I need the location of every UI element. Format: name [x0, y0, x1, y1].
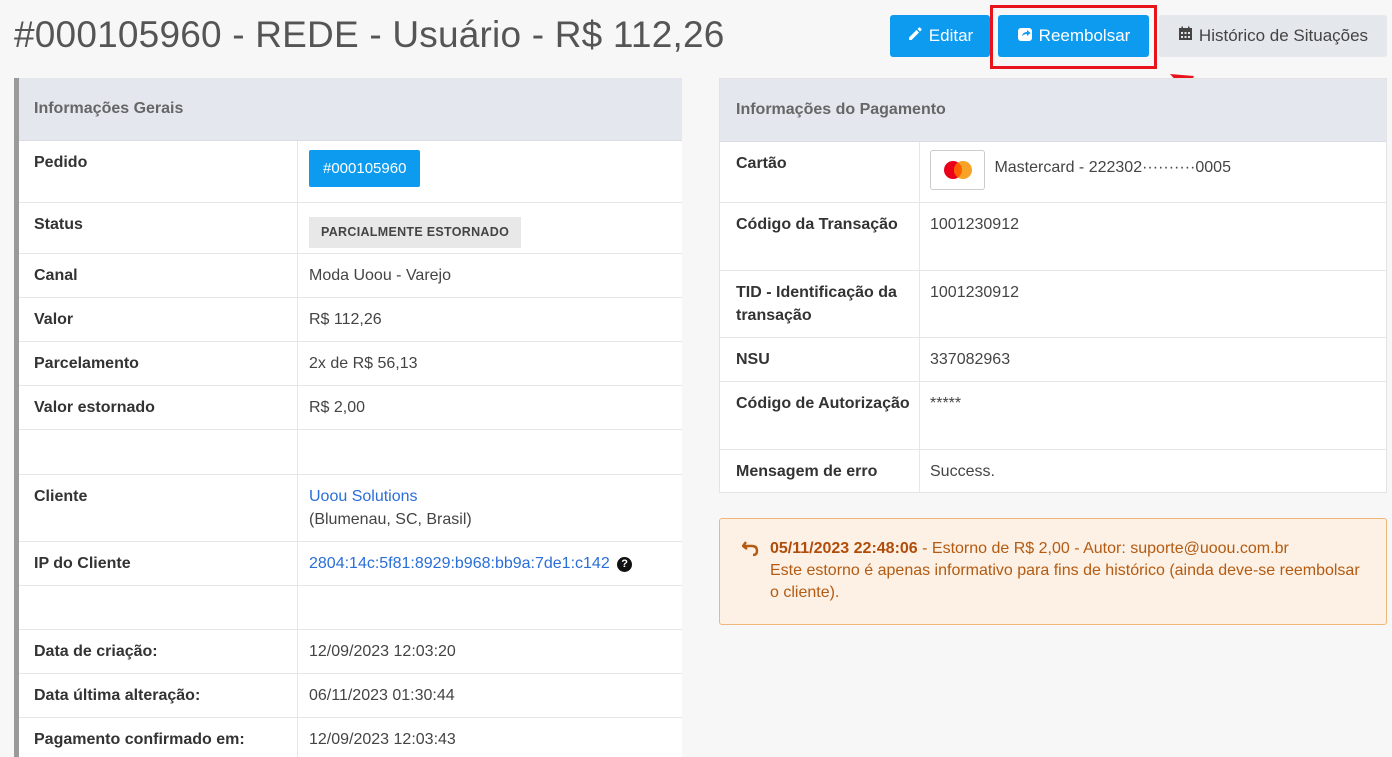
calendar-icon	[1178, 26, 1193, 46]
payment-info-title: Informações do Pagamento	[720, 79, 1386, 142]
row-pedido: Pedido #000105960	[19, 141, 682, 203]
general-info-card: Informações Gerais Pedido #000105960 Sta…	[14, 78, 682, 757]
criacao-value: 12/09/2023 12:03:20	[309, 643, 456, 660]
row-alteracao: Data última alteração: 06/11/2023 01:30:…	[19, 674, 682, 718]
tid-label: TID - Identificação da transação	[720, 271, 920, 337]
criacao-label: Data de criação:	[19, 630, 298, 673]
parcelamento-value: 2x de R$ 56,13	[309, 355, 418, 372]
pedido-label: Pedido	[19, 141, 298, 202]
mastercard-icon	[930, 150, 985, 190]
canal-label: Canal	[19, 254, 298, 297]
parcelamento-label: Parcelamento	[19, 342, 298, 385]
general-info-title: Informações Gerais	[19, 78, 682, 141]
undo-icon	[741, 539, 760, 562]
question-icon[interactable]: ?	[617, 557, 633, 572]
history-button[interactable]: Histórico de Situações	[1159, 15, 1387, 57]
row-valor: Valor R$ 112,26	[19, 298, 682, 342]
spacer-cell	[298, 586, 682, 629]
row-parcelamento: Parcelamento 2x de R$ 56,13	[19, 342, 682, 386]
autorizacao-label: Código de Autorização	[720, 382, 920, 449]
spacer-cell	[19, 430, 298, 474]
row-cartao: Cartão Mastercard - 222302··········0005	[720, 142, 1386, 203]
codigo-label: Código da Transação	[720, 203, 920, 270]
autorizacao-value: *****	[930, 395, 962, 412]
valor-label: Valor	[19, 298, 298, 341]
row-erro: Mensagem de erro Success.	[720, 450, 1386, 493]
page-title: #000105960 - REDE - Usuário - R$ 112,26	[14, 14, 725, 55]
cliente-label: Cliente	[19, 475, 298, 541]
cliente-location: (Blumenau, SC, Brasil)	[309, 511, 472, 528]
status-label: Status	[19, 203, 298, 253]
edit-label: Editar	[928, 26, 974, 45]
highlight-box	[990, 5, 1157, 69]
row-valor-estornado: Valor estornado R$ 2,00	[19, 386, 682, 430]
row-confirmado: Pagamento confirmado em: 12/09/2023 12:0…	[19, 718, 682, 757]
status-badge: PARCIALMENTE ESTORNADO	[309, 217, 522, 248]
confirmado-value: 12/09/2023 12:03:43	[309, 731, 456, 748]
refund-alert-line: 05/11/2023 22:48:06 - Estorno de R$ 2,00…	[770, 538, 1366, 560]
ip-link[interactable]: 2804:14c:5f81:8929:b968:bb9a:7de1:c142	[309, 555, 610, 572]
history-label: Histórico de Situações	[1198, 26, 1369, 45]
valor-value: R$ 112,26	[309, 311, 382, 328]
tid-value: 1001230912	[930, 284, 1019, 301]
erro-label: Mensagem de erro	[720, 450, 920, 493]
edit-button[interactable]: Editar	[890, 15, 990, 57]
payment-info-card: Informações do Pagamento Cartão Masterca…	[719, 78, 1387, 493]
row-autorizacao: Código de Autorização *****	[720, 382, 1386, 450]
pencil-icon	[907, 26, 923, 47]
row-tid: TID - Identificação da transação 1001230…	[720, 271, 1386, 338]
row-nsu: NSU 337082963	[720, 338, 1386, 382]
refund-description: - Estorno de R$ 2,00 - Autor: suporte@uo…	[917, 540, 1289, 557]
spacer-cell	[19, 586, 298, 629]
alteracao-label: Data última alteração:	[19, 674, 298, 717]
row-cliente: Cliente Uoou Solutions (Blumenau, SC, Br…	[19, 475, 682, 542]
estornado-label: Valor estornado	[19, 386, 298, 429]
refund-alert: 05/11/2023 22:48:06 - Estorno de R$ 2,00…	[719, 518, 1387, 625]
estornado-value: R$ 2,00	[309, 399, 366, 416]
refund-note: Este estorno é apenas informativo para f…	[770, 562, 1360, 601]
row-spacer	[19, 430, 682, 475]
row-spacer	[19, 586, 682, 630]
cliente-link[interactable]: Uoou Solutions	[309, 488, 418, 505]
page: #000105960 - REDE - Usuário - R$ 112,26 …	[0, 0, 1392, 757]
confirmado-label: Pagamento confirmado em:	[19, 718, 298, 757]
alteracao-value: 06/11/2023 01:30:44	[309, 687, 455, 704]
nsu-value: 337082963	[930, 351, 1011, 368]
row-codigo: Código da Transação 1001230912	[720, 203, 1386, 271]
erro-value: Success.	[930, 463, 995, 480]
nsu-label: NSU	[720, 338, 920, 381]
row-ip: IP do Cliente 2804:14c:5f81:8929:b968:bb…	[19, 542, 682, 586]
pedido-link-button[interactable]: #000105960	[309, 150, 421, 187]
canal-value: Moda Uoou - Varejo	[309, 267, 451, 284]
row-criacao: Data de criação: 12/09/2023 12:03:20	[19, 630, 682, 674]
ip-label: IP do Cliente	[19, 542, 298, 585]
row-canal: Canal Moda Uoou - Varejo	[19, 254, 682, 298]
cartao-label: Cartão	[720, 142, 920, 202]
refund-timestamp: 05/11/2023 22:48:06	[770, 540, 918, 557]
cartao-value: Mastercard - 222302··········0005	[994, 158, 1231, 176]
codigo-value: 1001230912	[930, 216, 1019, 233]
spacer-cell	[298, 430, 682, 474]
row-status: Status PARCIALMENTE ESTORNADO	[19, 203, 682, 254]
